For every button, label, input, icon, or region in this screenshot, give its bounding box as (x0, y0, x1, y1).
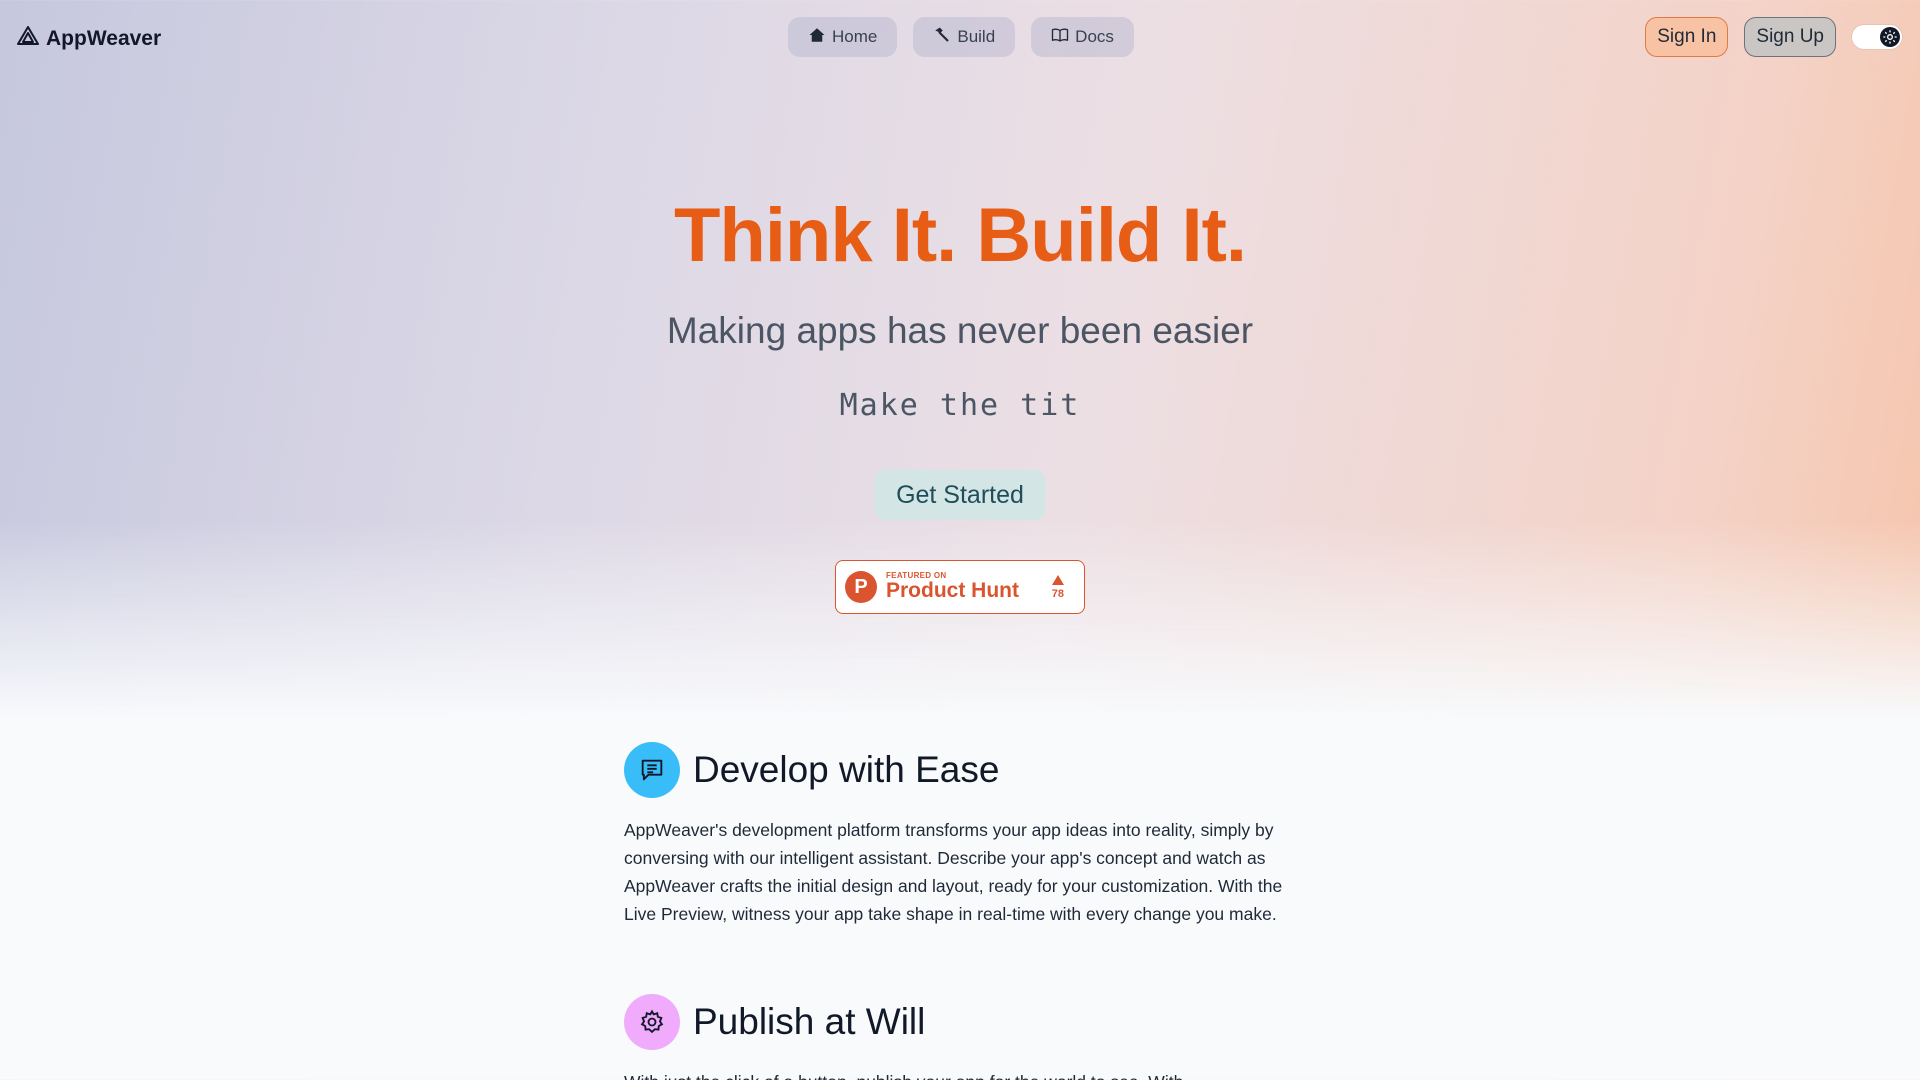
auth-area: Sign In Sign Up (1645, 17, 1902, 57)
typing-text: Make the tit (839, 388, 1081, 423)
feature-title: Develop with Ease (693, 749, 1000, 790)
feature-develop: Develop with Ease AppWeaver's developmen… (624, 742, 1284, 928)
home-icon (808, 26, 826, 49)
get-started-button[interactable]: Get Started (874, 470, 1046, 520)
product-hunt-votes: 78 (1051, 574, 1064, 600)
sign-in-button[interactable]: Sign In (1645, 17, 1729, 57)
product-hunt-badge[interactable]: P FEATURED ON Product Hunt 78 (835, 560, 1085, 614)
product-hunt-vote-count: 78 (1051, 587, 1064, 600)
brand-logo[interactable]: AppWeaver (16, 24, 161, 54)
main-nav: Home Build Docs (788, 17, 1134, 57)
feature-description: AppWeaver's development platform transfo… (624, 820, 1283, 924)
theme-toggle[interactable] (1852, 25, 1902, 49)
triangle-logo-icon (16, 24, 40, 54)
nav-home-button[interactable]: Home (788, 17, 898, 57)
hero-title: Think It. Build It. (673, 193, 1247, 278)
nav-home-label: Home (832, 27, 878, 46)
brand-name: AppWeaver (46, 27, 162, 50)
upvote-arrow-icon (1051, 574, 1064, 585)
nav-docs-label: Docs (1075, 27, 1114, 46)
feature-title: Publish at Will (693, 1001, 926, 1042)
book-open-icon (1051, 26, 1069, 49)
product-hunt-name: Product Hunt (886, 579, 1019, 602)
feature-publish: Publish at Will With just the click of a… (624, 994, 1284, 1080)
sign-up-button[interactable]: Sign Up (1744, 17, 1836, 57)
hero-subtitle: Making apps has never been easier (666, 310, 1254, 351)
gear-icon (624, 994, 680, 1050)
feature-description: With just the click of a button, publish… (624, 1068, 1284, 1080)
nav-build-button[interactable]: Build (913, 17, 1016, 57)
chat-message-icon (624, 742, 680, 798)
nav-docs-button[interactable]: Docs (1031, 17, 1134, 57)
gear-icon (1880, 27, 1900, 47)
product-hunt-text: FEATURED ON Product Hunt (886, 571, 1019, 603)
product-hunt-logo-icon: P (845, 571, 877, 603)
hammer-icon (933, 26, 951, 49)
nav-build-label: Build (957, 27, 996, 46)
